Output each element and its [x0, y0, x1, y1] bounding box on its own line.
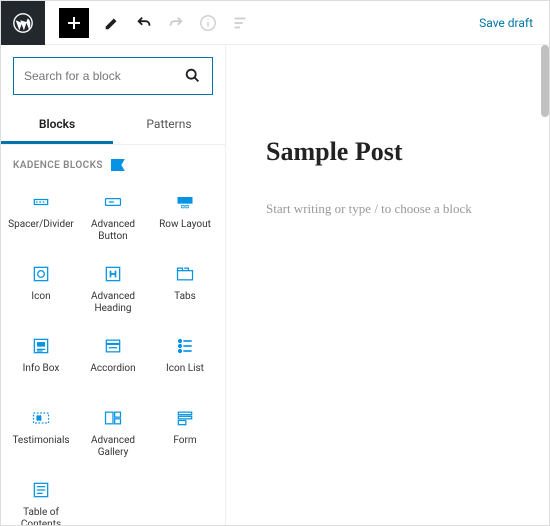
advanced-button-icon	[102, 191, 124, 213]
form-icon	[174, 407, 196, 429]
testimonials-icon	[30, 407, 52, 429]
post-title[interactable]: Sample Post	[266, 137, 525, 167]
advanced-gallery-icon	[102, 407, 124, 429]
block-label: Icon	[31, 291, 50, 303]
block-row-layout[interactable]: Row Layout	[149, 181, 221, 253]
block-table-of-contents[interactable]: Table of Contents	[5, 469, 77, 525]
undo-icon[interactable]	[135, 14, 153, 32]
row-layout-icon	[174, 191, 196, 213]
block-label: Row Layout	[159, 219, 211, 231]
post-body-placeholder[interactable]: Start writing or type / to choose a bloc…	[266, 201, 525, 217]
block-label: Info Box	[23, 363, 60, 375]
block-label: Table of Contents	[7, 507, 75, 525]
block-label: Spacer/Divider	[8, 219, 74, 231]
scrollbar-thumb[interactable]	[541, 45, 549, 117]
add-block-button[interactable]	[59, 8, 89, 38]
section-header-kadence[interactable]: KADENCE BLOCKS	[1, 145, 225, 181]
block-testimonials[interactable]: Testimonials	[5, 397, 77, 469]
search-box[interactable]	[13, 57, 213, 95]
block-label: Accordion	[90, 363, 135, 375]
info-icon	[199, 14, 217, 32]
editor-canvas-wrap: Sample Post Start writing or type / to c…	[226, 45, 549, 525]
info-box-icon	[30, 335, 52, 357]
block-label: Testimonials	[12, 435, 69, 447]
block-label: Tabs	[174, 291, 196, 303]
block-label: Advanced Gallery	[79, 435, 147, 459]
icon-block-icon	[30, 263, 52, 285]
block-icon[interactable]: Icon	[5, 253, 77, 325]
icon-list-icon	[174, 335, 196, 357]
block-inserter-sidebar: Blocks Patterns KADENCE BLOCKS Spacer/Di…	[1, 45, 226, 525]
block-advanced-button[interactable]: Advanced Button	[77, 181, 149, 253]
block-advanced-heading[interactable]: Advanced Heading	[77, 253, 149, 325]
wordpress-logo[interactable]	[1, 1, 45, 45]
block-grid: Spacer/Divider Advanced Button Row Layou…	[1, 181, 225, 525]
tab-blocks[interactable]: Blocks	[1, 107, 113, 144]
outline-icon	[231, 14, 249, 32]
topbar: Save draft	[1, 1, 549, 45]
save-draft-link[interactable]: Save draft	[479, 16, 533, 30]
redo-icon	[167, 14, 185, 32]
top-tools	[103, 14, 249, 32]
spacer-divider-icon	[30, 191, 52, 213]
block-accordion[interactable]: Accordion	[77, 325, 149, 397]
block-advanced-gallery[interactable]: Advanced Gallery	[77, 397, 149, 469]
tab-patterns[interactable]: Patterns	[113, 107, 225, 144]
tabs-icon	[174, 263, 196, 285]
block-label: Advanced Button	[79, 219, 147, 243]
inserter-tabs: Blocks Patterns	[1, 107, 225, 145]
editor-canvas[interactable]: Sample Post Start writing or type / to c…	[226, 45, 549, 217]
edit-icon[interactable]	[103, 14, 121, 32]
block-icon-list[interactable]: Icon List	[149, 325, 221, 397]
block-label: Form	[173, 435, 196, 447]
block-label: Advanced Heading	[79, 291, 147, 315]
kadence-flag-icon	[111, 159, 125, 171]
block-form[interactable]: Form	[149, 397, 221, 469]
block-tabs[interactable]: Tabs	[149, 253, 221, 325]
block-spacer-divider[interactable]: Spacer/Divider	[5, 181, 77, 253]
block-info-box[interactable]: Info Box	[5, 325, 77, 397]
search-icon	[184, 67, 202, 85]
table-of-contents-icon	[30, 479, 52, 501]
search-wrap	[1, 45, 225, 107]
search-input[interactable]	[24, 69, 184, 83]
advanced-heading-icon	[102, 263, 124, 285]
section-title: KADENCE BLOCKS	[13, 160, 103, 171]
block-label: Icon List	[166, 363, 204, 375]
accordion-icon	[102, 335, 124, 357]
main: Blocks Patterns KADENCE BLOCKS Spacer/Di…	[1, 45, 549, 525]
